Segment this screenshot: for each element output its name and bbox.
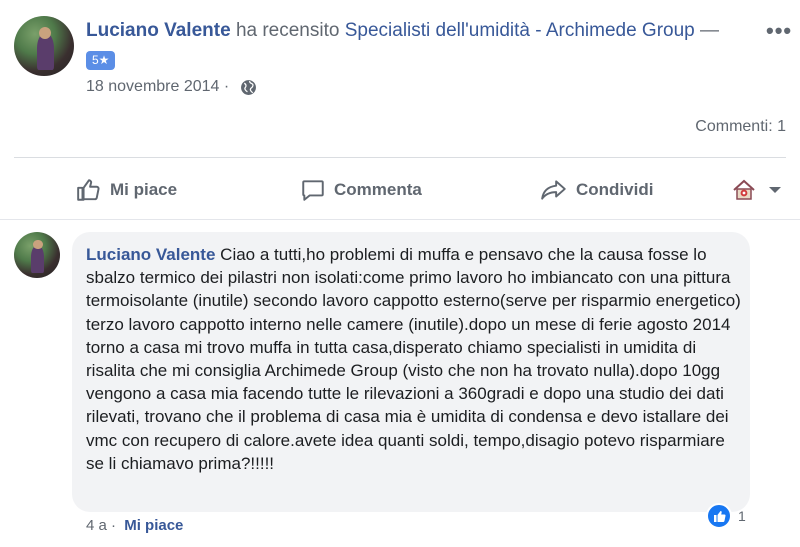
comment-author-link[interactable]: Luciano Valente [86,245,215,264]
share-button-label: Condividi [576,180,654,199]
audience-selector[interactable] [732,175,790,205]
like-button-label: Mi piace [110,180,178,199]
post-date[interactable]: 18 novembre 2014 [86,76,219,98]
comments-divider [0,219,800,220]
share-button[interactable]: Condividi [540,175,653,205]
comment-text: Ciao a tutti,ho problemi di muffa e pens… [86,245,741,473]
post-author-avatar[interactable] [14,16,74,76]
more-options-icon[interactable]: ••• [766,18,792,44]
comment-body: Luciano Valente Ciao a tutti,ho problemi… [86,243,746,475]
globe-icon[interactable] [240,79,257,96]
like-reaction-icon [706,503,732,529]
page-suffix: — [700,20,720,41]
comment-reactions[interactable]: 1 [706,503,746,529]
thumbs-up-icon [77,179,100,201]
speech-bubble-icon [302,180,324,201]
comments-count-link[interactable]: Commenti: 1 [695,118,786,136]
reaction-count: 1 [738,508,746,524]
comment-button-label: Commenta [334,180,422,199]
post-meta: 18 novembre 2014 · [86,76,257,98]
post-author-link[interactable]: Luciano Valente [86,20,231,41]
like-button[interactable]: Mi piace [76,175,177,205]
comment-footer: 4 a · Mi piace [86,517,183,534]
comment-like-link[interactable]: Mi piace [124,517,183,534]
house-icon [733,179,755,200]
comment-age[interactable]: 4 a [86,517,107,534]
post-header: Luciano Valente ha recensito Specialisti… [86,18,719,44]
footer-separator: · [106,517,121,534]
share-arrow-icon [541,180,566,200]
rating-badge: 5★ [86,51,116,70]
post-action-text: ha recensito [235,20,340,41]
page-name-link[interactable]: Specialisti dell'umidità - Archimede Gro… [345,20,695,41]
comment-button[interactable]: Commenta [300,175,422,205]
comment-author-avatar[interactable] [14,232,60,278]
reactions-divider [14,157,786,158]
chevron-down-icon [769,187,781,193]
meta-separator: · [219,78,234,95]
